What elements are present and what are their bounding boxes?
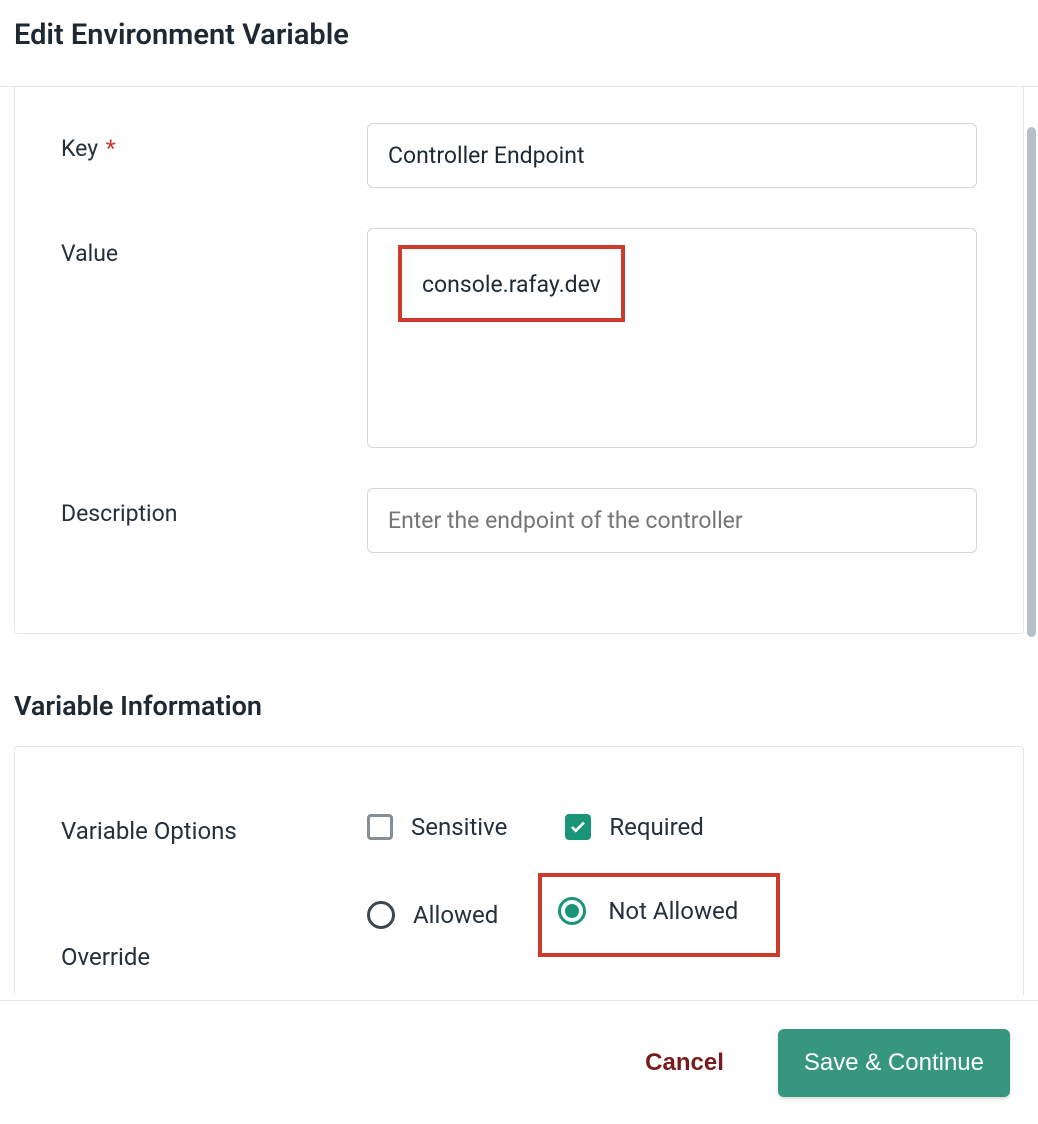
override-label: Override: [61, 873, 367, 971]
value-row: Value console.rafay.dev: [61, 228, 977, 448]
key-row: Key *: [61, 123, 977, 188]
value-highlight: console.rafay.dev: [398, 245, 625, 322]
required-label: Required: [609, 813, 703, 841]
value-label: Value: [61, 228, 367, 267]
radio-checked-icon: [558, 897, 586, 925]
sensitive-checkbox[interactable]: Sensitive: [367, 813, 507, 841]
not-allowed-highlight: Not Allowed: [538, 873, 780, 957]
variable-options-label: Variable Options: [61, 813, 367, 845]
required-checkbox[interactable]: Required: [565, 813, 703, 841]
allowed-label: Allowed: [413, 901, 498, 929]
sensitive-label: Sensitive: [411, 813, 507, 841]
description-input[interactable]: [367, 488, 977, 553]
dialog-header: Edit Environment Variable: [0, 0, 1038, 86]
basic-fields-panel: Key * Value console.rafay.dev Descriptio…: [14, 87, 1024, 634]
not-allowed-radio[interactable]: Not Allowed: [558, 897, 738, 925]
description-label: Description: [61, 488, 367, 527]
cancel-button[interactable]: Cancel: [639, 1041, 730, 1085]
key-input[interactable]: [367, 123, 977, 188]
allowed-radio[interactable]: Allowed: [367, 895, 498, 935]
value-textarea[interactable]: console.rafay.dev: [367, 228, 977, 448]
description-row: Description: [61, 488, 977, 553]
variable-info-title: Variable Information: [14, 690, 1024, 722]
radio-unchecked-icon: [367, 901, 395, 929]
content-scroll: Key * Value console.rafay.dev Descriptio…: [0, 87, 1038, 995]
checkbox-checked-icon: [565, 814, 591, 840]
dialog-footer: Cancel Save & Continue: [0, 1000, 1038, 1124]
required-asterisk: *: [106, 135, 116, 162]
scrollbar-thumb[interactable]: [1027, 127, 1036, 637]
variable-options-row: Variable Options Sensitive Required: [61, 813, 977, 845]
override-row: Override Allowed Not Allowed: [61, 873, 977, 995]
checkbox-unchecked-icon: [367, 814, 393, 840]
variable-info-panel: Variable Options Sensitive Required Over…: [14, 746, 1024, 995]
key-label: Key *: [61, 123, 367, 162]
not-allowed-label: Not Allowed: [608, 897, 738, 925]
save-continue-button[interactable]: Save & Continue: [778, 1029, 1010, 1097]
dialog-title: Edit Environment Variable: [14, 18, 1024, 52]
